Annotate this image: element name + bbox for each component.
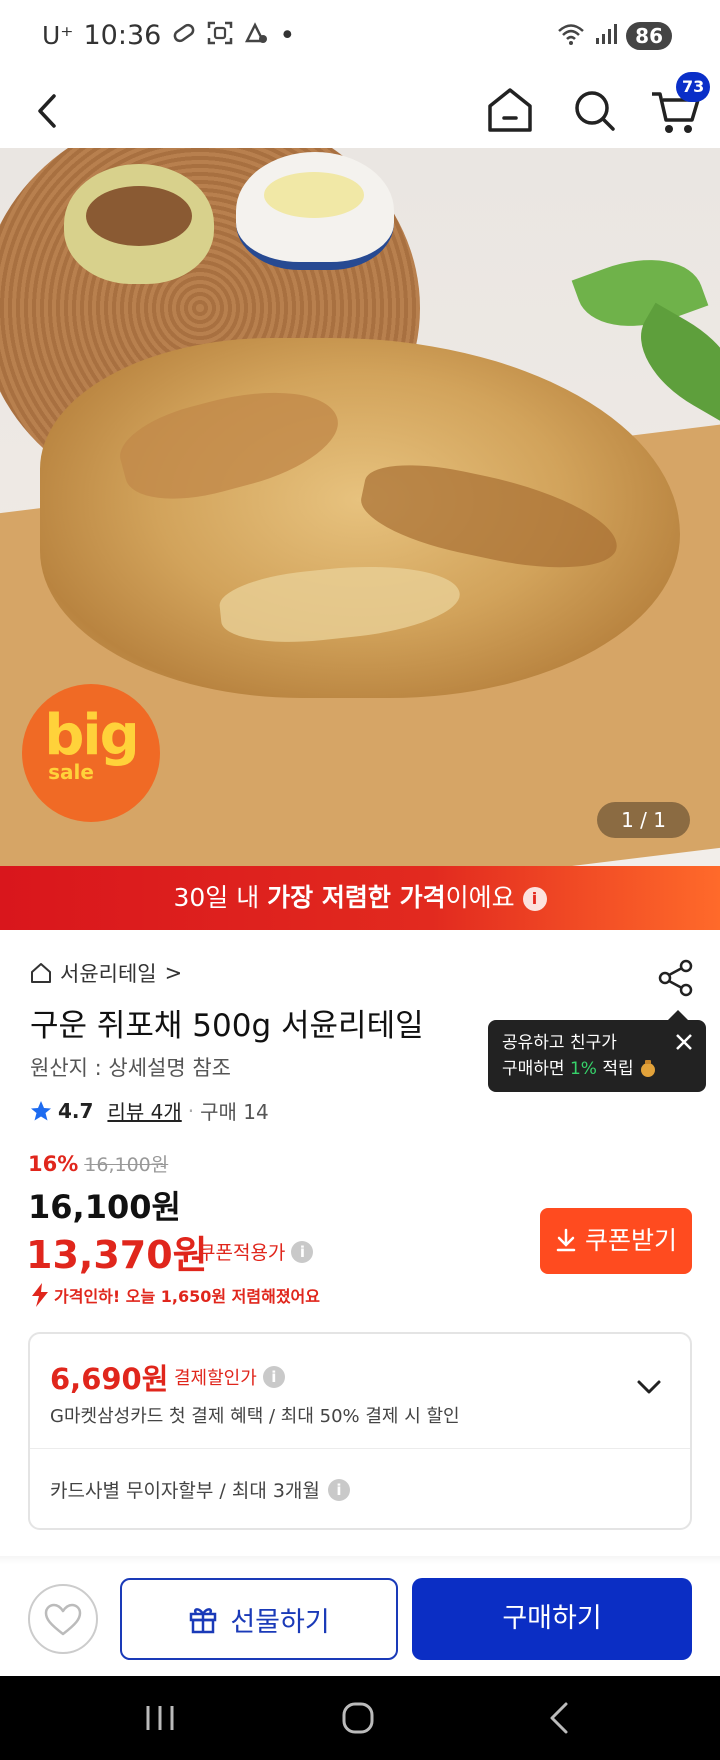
star-icon bbox=[31, 1100, 51, 1120]
lowest-price-banner[interactable]: 30일 내 가장 저렴한 가격이에요 i bbox=[0, 866, 720, 930]
store-home-icon bbox=[31, 963, 51, 983]
info-icon[interactable]: i bbox=[522, 887, 547, 911]
price-drop-notice: 가격인하! 오늘 1,650원 저렴해졌어요 bbox=[30, 1282, 320, 1308]
back-nav-button[interactable] bbox=[540, 1696, 580, 1740]
gift-icon bbox=[190, 1608, 217, 1634]
share-icon bbox=[658, 959, 693, 997]
status-bar: U⁺ 10:36 • 86 bbox=[0, 0, 720, 74]
recents-icon bbox=[146, 1706, 174, 1730]
home-button[interactable] bbox=[484, 82, 536, 138]
original-price: 16,100원 bbox=[84, 1154, 169, 1176]
info-icon[interactable]: i bbox=[291, 1240, 314, 1263]
discount-row: 16% 16,100원 bbox=[28, 1150, 168, 1177]
sale-price: 16,100원 bbox=[28, 1188, 181, 1226]
gift-button[interactable]: 선물하기 bbox=[120, 1578, 398, 1660]
seller-name: 서윤리테일 bbox=[60, 962, 157, 986]
divider bbox=[0, 1556, 720, 1564]
info-icon[interactable]: i bbox=[262, 1366, 285, 1388]
chevron-right-icon: > bbox=[164, 961, 183, 985]
discount-percent: 16% bbox=[28, 1152, 79, 1176]
divider bbox=[30, 1448, 690, 1449]
down-arrow-icon bbox=[32, 1283, 48, 1307]
rating-score: 4.7 bbox=[58, 1098, 94, 1123]
info-icon[interactable]: i bbox=[327, 1478, 350, 1501]
payment-benefit-desc: G마켓삼성카드 첫 결제 혜택 / 최대 50% 결제 시 할인 bbox=[50, 1406, 460, 1427]
assistant-icon bbox=[243, 21, 269, 51]
back-icon bbox=[550, 1702, 568, 1734]
search-icon bbox=[575, 91, 615, 131]
share-button[interactable] bbox=[656, 958, 696, 998]
coupon-price: 13,370원 bbox=[26, 1233, 208, 1277]
wifi-icon bbox=[556, 22, 586, 50]
scan-icon bbox=[207, 21, 233, 51]
product-title: 구운 쥐포채 500g 서윤리테일 bbox=[30, 1008, 424, 1044]
download-icon bbox=[556, 1228, 576, 1252]
search-button[interactable] bbox=[568, 82, 620, 138]
pill-icon bbox=[171, 22, 197, 50]
payment-discount-price: 6,690원 bbox=[50, 1362, 169, 1396]
image-pager: 1 / 1 bbox=[597, 802, 690, 838]
close-tooltip-button[interactable] bbox=[674, 1032, 694, 1052]
separator-dot: · bbox=[187, 1098, 195, 1123]
buy-button[interactable]: 구매하기 bbox=[412, 1578, 692, 1660]
carrier-label: U⁺ bbox=[42, 21, 74, 50]
review-link[interactable]: 리뷰 4개 bbox=[107, 1096, 181, 1125]
share-reward-tooltip: 공유하고 친구가 구매하면 1% 적립 bbox=[488, 1010, 706, 1092]
system-navigation-bar bbox=[0, 1676, 720, 1760]
recent-apps-button[interactable] bbox=[140, 1696, 180, 1740]
home-nav-button[interactable] bbox=[336, 1696, 380, 1740]
get-coupon-button[interactable]: 쿠폰받기 bbox=[540, 1208, 692, 1274]
rating-summary: 4.7 리뷰 4개 · 구매 14 bbox=[30, 1096, 269, 1125]
heart-icon bbox=[44, 1603, 82, 1636]
battery-indicator: 86 bbox=[626, 22, 672, 50]
home-circle-icon bbox=[342, 1702, 374, 1734]
payment-discount-label: 결제할인가 i bbox=[174, 1364, 285, 1390]
back-button[interactable] bbox=[22, 84, 76, 138]
sauce-bowl-graphic bbox=[236, 152, 394, 270]
cart-count-badge: 73 bbox=[676, 72, 711, 102]
chevron-left-icon bbox=[38, 94, 56, 128]
home-icon bbox=[488, 88, 532, 132]
clock: 10:36 bbox=[83, 20, 162, 51]
signal-icon bbox=[594, 22, 618, 50]
origin-info: 원산지 : 상세설명 참조 bbox=[30, 1056, 231, 1080]
chevron-down-icon bbox=[637, 1380, 661, 1394]
close-icon bbox=[676, 1034, 692, 1050]
coupon-price-label: 쿠폰적용가 i bbox=[198, 1238, 314, 1265]
money-bag-icon bbox=[641, 1060, 656, 1077]
notification-dot: • bbox=[279, 20, 296, 51]
payment-benefits-box[interactable]: 6,690원 결제할인가 i G마켓삼성카드 첫 결제 혜택 / 최대 50% … bbox=[28, 1332, 692, 1530]
top-app-bar: 73 bbox=[0, 72, 720, 148]
product-image-carousel[interactable]: big sale 1 / 1 bbox=[0, 148, 720, 866]
wishlist-button[interactable] bbox=[28, 1584, 98, 1654]
purchase-count: 구매 14 bbox=[200, 1100, 269, 1124]
big-sale-badge: big sale bbox=[22, 684, 160, 822]
bowl-graphic bbox=[64, 164, 214, 284]
installment-info: 카드사별 무이자할부 / 최대 3개월 i bbox=[50, 1476, 350, 1503]
expand-button[interactable] bbox=[634, 1372, 664, 1402]
seller-link[interactable]: 서윤리테일 > bbox=[30, 958, 182, 988]
